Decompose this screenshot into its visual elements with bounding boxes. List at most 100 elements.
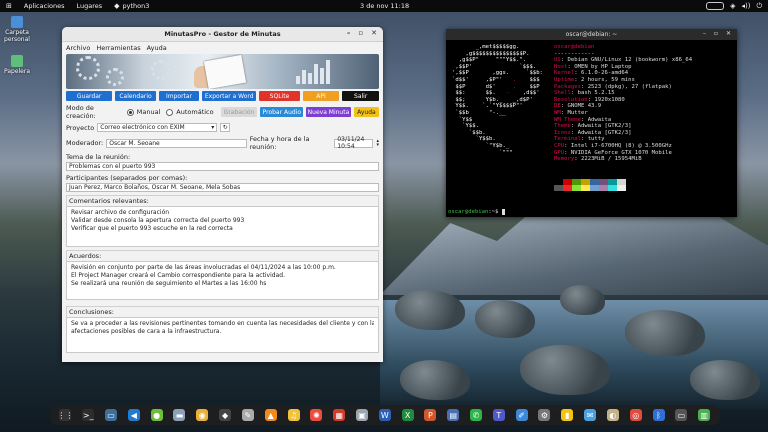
probar-audio-button[interactable]: Probar Audio <box>260 107 304 117</box>
desktop-home-folder[interactable]: Carpeta personal <box>0 16 35 43</box>
info-value: : tutty <box>580 136 605 143</box>
salir-button[interactable]: Salir <box>342 91 379 101</box>
vscode-icon[interactable]: ◀ <box>127 409 140 421</box>
shot-icon[interactable]: ▣ <box>355 409 368 421</box>
comentarios-textarea[interactable]: Revisar archivo de configuración Validar… <box>66 206 379 247</box>
menu-herramientas[interactable]: Herramientas <box>96 44 140 52</box>
power-icon[interactable]: ⏻ <box>756 2 762 10</box>
whatsapp-icon[interactable]: ✆ <box>470 409 483 421</box>
files-icon[interactable]: ▬ <box>173 409 186 421</box>
excel-icon[interactable]: X <box>401 409 414 421</box>
api-button[interactable]: API <box>302 91 340 101</box>
terminal-window[interactable]: oscar@debian: ~ – ▫ ✕ _,met$$$$$gg. ,g$$… <box>446 29 737 217</box>
wallpaper-rock <box>560 285 605 315</box>
sqlite-button[interactable]: SQLite <box>259 91 300 101</box>
desktop-trash[interactable]: Papelera <box>0 55 35 75</box>
network-icon[interactable]: ◈ <box>730 2 735 10</box>
acuerdos-label: Acuerdos: <box>66 250 379 261</box>
calendar-icon[interactable]: ▦ <box>333 409 346 421</box>
app-menu[interactable]: ◆ python3 <box>108 2 155 10</box>
palette-swatch <box>554 185 563 191</box>
calendario-button[interactable]: Calendario <box>115 91 156 101</box>
palette-swatch <box>617 185 626 191</box>
trash-icon[interactable]: ▥ <box>698 409 711 421</box>
terminal-prompt[interactable]: oscar@debian:~$ <box>448 209 506 216</box>
participantes-input[interactable]: Juan Perez, Marco Bolaños, Oscar M. Seoa… <box>66 183 379 192</box>
activities-icon[interactable]: ⊞ <box>0 2 18 10</box>
inkscape-icon[interactable]: ◆ <box>219 409 232 421</box>
close-icon[interactable]: ✕ <box>726 30 731 37</box>
audio-icon[interactable]: ♫ <box>287 409 300 421</box>
menu-ayuda[interactable]: Ayuda <box>147 44 167 52</box>
fecha-input[interactable]: 03/11/24 10:54 <box>334 136 374 150</box>
places-menu[interactable]: Lugares <box>70 2 108 10</box>
gear-graphic <box>76 56 100 80</box>
bluetooth-icon[interactable]: ᛒ <box>652 409 665 421</box>
info-key: Terminal <box>554 136 581 143</box>
input-indicator-icon[interactable] <box>706 2 725 10</box>
proyecto-select[interactable]: Correo electrónico con EXIM ▾ <box>97 123 218 132</box>
chrome-icon[interactable]: ◉ <box>196 409 209 421</box>
terminal-icon[interactable]: >_ <box>82 409 95 421</box>
grabacion-button[interactable]: Grabación <box>220 107 258 117</box>
apps-grid-icon[interactable]: ⋮⋮ <box>57 409 73 421</box>
manual-radio[interactable] <box>126 108 134 116</box>
info-value: : 1920x1080 <box>587 96 625 103</box>
maximize-icon[interactable]: ▫ <box>358 29 363 37</box>
minimize-icon[interactable]: – <box>703 30 706 37</box>
screen-icon[interactable]: ▭ <box>105 409 118 421</box>
tool-icon[interactable]: ✎ <box>241 409 254 421</box>
settings-icon[interactable]: ⚙ <box>538 409 551 421</box>
game-icon[interactable]: ◐ <box>606 409 619 421</box>
ppt-icon[interactable]: P <box>424 409 437 421</box>
doc-icon[interactable]: ▤ <box>447 409 460 421</box>
info-key: Uptime <box>554 76 575 83</box>
info-value: : Adwaita [GTK2/3] <box>570 129 632 136</box>
vlc-icon[interactable]: ▲ <box>264 409 277 421</box>
text-line: Revisión en conjunto por parte de las ár… <box>71 264 336 271</box>
display-icon[interactable]: ▭ <box>675 409 688 421</box>
importar-button[interactable]: Importar <box>158 91 200 101</box>
conclusiones-textarea[interactable]: Se va a proceder a las revisiones pertin… <box>66 317 379 353</box>
refresh-button[interactable]: ↻ <box>220 123 231 132</box>
ayuda-button[interactable]: Ayuda <box>353 107 380 117</box>
prompt-user: oscar@debian <box>448 209 489 215</box>
paint-icon[interactable]: ✐ <box>515 409 528 421</box>
applications-menu[interactable]: Aplicaciones <box>18 2 71 10</box>
terminal-titlebar[interactable]: oscar@debian: ~ – ▫ ✕ <box>446 29 737 40</box>
nueva-minuta-button[interactable]: Nueva Minuta <box>306 107 351 117</box>
minimize-icon[interactable]: – <box>347 29 351 37</box>
info-value: : bash 5.2.15 <box>570 90 615 97</box>
close-icon[interactable]: ✕ <box>371 29 377 37</box>
auto-radio[interactable] <box>166 108 174 116</box>
spinner-icon[interactable]: ▴ ▾ <box>376 139 379 148</box>
pinwheel-icon[interactable]: ✺ <box>310 409 323 421</box>
menu-archivo[interactable]: Archivo <box>66 44 90 52</box>
clock[interactable]: 3 de nov 11:18 <box>360 0 409 12</box>
exportar-word-button[interactable]: Exportar a Word <box>202 91 257 101</box>
volume-icon[interactable]: ◂)) <box>741 2 750 10</box>
word-icon[interactable]: W <box>378 409 391 421</box>
teams-icon[interactable]: T <box>492 409 505 421</box>
notes-icon[interactable]: ▮ <box>561 409 574 421</box>
conclusiones-label: Conclusiones: <box>66 306 379 317</box>
guardar-button[interactable]: Guardar <box>66 91 113 101</box>
wallpaper-rock <box>475 300 535 338</box>
toolbar: Guardar Calendario Importar Exportar a W… <box>62 89 383 101</box>
lifebuoy-icon[interactable]: ◎ <box>629 409 642 421</box>
window-titlebar[interactable]: MinutasPro - Gestor de Minutas – ▫ ✕ <box>62 27 383 42</box>
tema-input[interactable]: Problemas con el puerto 993 <box>66 162 379 171</box>
acuerdos-textarea[interactable]: Revisión en conjunto por parte de las ár… <box>66 261 379 300</box>
debian-ascii-logo: _,met$$$$$gg. ,g$$$$$$$$$$$$$$$P. ,g$$P"… <box>452 44 543 156</box>
app-menu-label: python3 <box>122 2 150 10</box>
moderador-input[interactable]: Oscar M. Seoane <box>106 138 247 148</box>
top-bar: ⊞ Aplicaciones Lugares ◆ python3 3 de nov… <box>0 0 768 12</box>
terminal-title: oscar@debian: ~ <box>565 31 618 38</box>
info-key: CPU <box>554 142 565 149</box>
folder-icon <box>11 16 23 28</box>
gear-graphic <box>151 60 171 80</box>
info-value: : Debian GNU/Linux 12 (bookworm) x86_64 <box>560 57 693 64</box>
keepass-icon[interactable]: ● <box>150 409 163 421</box>
maximize-icon[interactable]: ▫ <box>714 30 718 37</box>
chat-icon[interactable]: ✉ <box>584 409 597 421</box>
